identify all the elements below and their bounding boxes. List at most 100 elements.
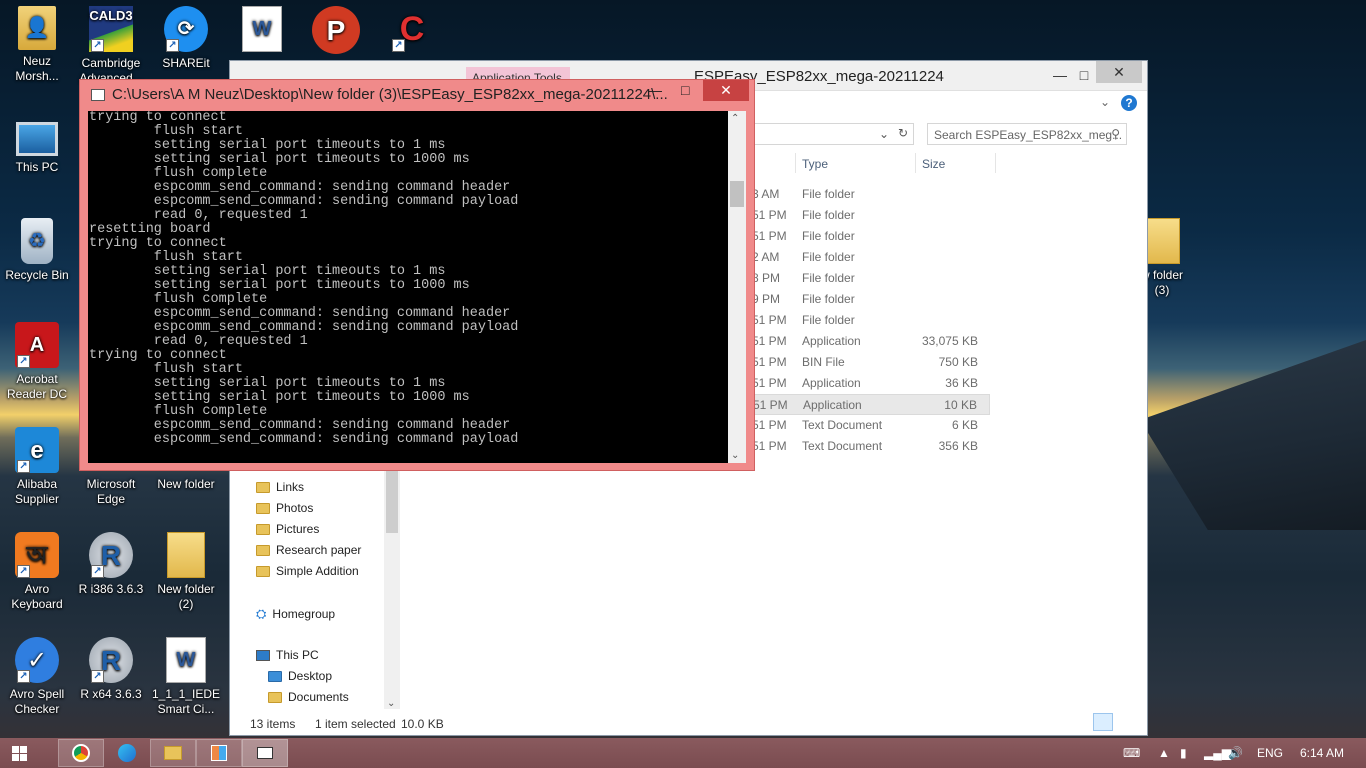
desktop-icon-word-doc[interactable]: W <box>226 6 298 56</box>
console-scrollbar[interactable]: ⌃ ⌄ <box>728 111 746 463</box>
desktop-icon-r-x64[interactable]: R ↗ R x64 3.6.3 <box>75 637 147 702</box>
desktop-icon-cambridge[interactable]: CALD3 ↗ Cambridge Advanced... <box>75 6 147 86</box>
refresh-icon[interactable]: ↻ <box>898 126 908 140</box>
file-date-modified: 2 AM <box>752 250 780 264</box>
close-button[interactable]: ✕ <box>703 80 749 101</box>
file-row[interactable]: 51 PM Text Document 356 KB <box>740 436 990 457</box>
clock[interactable]: 6:14 AM <box>1300 746 1344 760</box>
taskbar-edge[interactable] <box>104 739 150 767</box>
column-header-size[interactable]: Size <box>922 157 945 171</box>
desktop-icon-psiphon[interactable]: P <box>300 6 372 58</box>
column-divider[interactable] <box>795 153 796 173</box>
desktop-icon-avro-spell[interactable]: ✓ ↗ Avro Spell Checker <box>1 637 73 717</box>
keyboard-icon[interactable]: ⌨ <box>1123 746 1140 760</box>
computer-icon <box>16 122 58 156</box>
scroll-down-icon[interactable]: ⌄ <box>387 698 395 709</box>
console-output[interactable]: trying to connect flush start setting se… <box>88 111 728 463</box>
desktop-icon-r-i386[interactable]: R ↗ R i386 3.6.3 <box>75 532 147 597</box>
folder-icon <box>167 532 205 578</box>
desktop-icon-ccleaner[interactable]: C ↗ <box>376 6 448 56</box>
file-date-modified: 9 PM <box>752 292 781 306</box>
network-signal-icon[interactable]: ▂▄▆ <box>1204 746 1231 760</box>
minimize-button[interactable]: — <box>648 82 662 98</box>
file-row[interactable]: 51 PM BIN File 750 KB <box>740 352 990 373</box>
chrome-icon <box>72 744 90 762</box>
scrollbar-thumb[interactable] <box>386 463 398 533</box>
scroll-up-icon[interactable]: ⌃ <box>731 113 739 124</box>
desktop-icon-alibaba[interactable]: e ↗ Alibaba Supplier <box>1 427 73 507</box>
console-window[interactable]: C:\Users\A M Neuz\Desktop\New folder (3)… <box>79 79 755 471</box>
desktop-icon-label: R i386 3.6.3 <box>78 582 144 596</box>
recycle-bin-icon: ♻ <box>21 218 53 264</box>
selection-count: 1 item selected <box>315 717 396 731</box>
shareit-icon: ⟳ ↗ <box>164 6 208 52</box>
file-row[interactable]: 51 PM Application 10 KB <box>740 394 990 415</box>
start-button[interactable] <box>0 739 38 767</box>
desktop-icon-avro-keyboard[interactable]: অ ↗ Avro Keyboard <box>1 532 73 612</box>
nav-item-links[interactable]: Links <box>256 480 304 494</box>
avro-keyboard-icon: অ ↗ <box>15 532 59 578</box>
file-row[interactable]: 8 PM File folder <box>740 268 990 289</box>
battery-icon[interactable]: ▮ <box>1180 746 1187 760</box>
nav-item-this-pc[interactable]: This PC <box>256 648 319 662</box>
scroll-down-icon[interactable]: ⌄ <box>731 450 739 461</box>
desktop-icon-iede-doc[interactable]: W 1_1_1_IEDE Smart Ci... <box>150 637 222 717</box>
help-icon[interactable]: ? <box>1121 95 1137 111</box>
ribbon-collapse-chevron-icon[interactable]: ⌄ <box>1100 95 1110 109</box>
details-view-button[interactable] <box>1093 713 1113 731</box>
nav-pane-scrollbar[interactable]: ⌄ <box>384 461 400 709</box>
desktop-icon-neuz[interactable]: 👤 Neuz Morsh... <box>1 6 73 84</box>
folder-icon <box>268 691 282 703</box>
file-date-modified: 51 PM <box>752 229 787 243</box>
file-row[interactable]: 51 PM File folder <box>740 310 990 331</box>
file-row[interactable]: 51 PM File folder <box>740 226 990 247</box>
desktop-icon-new-folder-2[interactable]: New folder (2) <box>150 532 222 612</box>
search-input[interactable]: Search ESPEasy_ESP82xx_meg... ⚲ <box>927 123 1127 145</box>
desktop-icon-shareit[interactable]: ⟳ ↗ SHAREit <box>150 6 222 71</box>
nav-item-label: Photos <box>276 501 314 515</box>
file-date-modified: 51 PM <box>752 418 787 432</box>
column-header-type[interactable]: Type <box>802 157 828 171</box>
nav-item-label: Simple Addition <box>276 564 359 578</box>
file-size: 33,075 KB <box>921 334 978 348</box>
nav-item-homegroup[interactable]: ⛭ Homegroup <box>256 606 335 622</box>
scrollbar-thumb[interactable] <box>730 181 744 207</box>
large-icons-view-button[interactable] <box>1116 713 1136 731</box>
taskbar-file-explorer[interactable] <box>150 739 196 767</box>
show-hidden-icons-chevron-icon[interactable]: ▲ <box>1158 746 1170 760</box>
chevron-down-icon[interactable]: ⌄ <box>879 127 889 141</box>
column-divider[interactable] <box>915 153 916 173</box>
maximize-button[interactable]: □ <box>681 82 689 98</box>
nav-item-desktop[interactable]: Desktop <box>268 669 332 683</box>
file-row[interactable]: 51 PM Text Document 6 KB <box>740 415 990 436</box>
file-date-modified: 51 PM <box>752 334 787 348</box>
homegroup-icon: ⛭ <box>256 606 267 621</box>
nav-item-pictures[interactable]: Pictures <box>256 522 319 536</box>
desktop-icon-acrobat[interactable]: A ↗ Acrobat Reader DC <box>1 322 73 402</box>
close-button[interactable]: ✕ <box>1096 61 1142 83</box>
file-row[interactable]: 51 PM Application 36 KB <box>740 373 990 394</box>
address-bar[interactable]: ⌄ ↻ <box>750 123 914 145</box>
column-divider[interactable] <box>995 153 996 173</box>
console-titlebar[interactable]: C:\Users\A M Neuz\Desktop\New folder (3)… <box>80 80 754 110</box>
file-row[interactable]: 2 AM File folder <box>740 247 990 268</box>
language-indicator[interactable]: ENG <box>1257 746 1283 760</box>
nav-item-simple-addition[interactable]: Simple Addition <box>256 564 359 578</box>
taskbar-console[interactable] <box>242 739 288 767</box>
taskbar-app[interactable] <box>196 739 242 767</box>
maximize-button[interactable]: □ <box>1070 64 1098 86</box>
desktop-icon-this-pc[interactable]: This PC <box>1 116 73 175</box>
file-type: File folder <box>802 187 855 201</box>
search-icon[interactable]: ⚲ <box>1111 127 1120 141</box>
file-row[interactable]: 9 PM File folder <box>740 289 990 310</box>
taskbar-chrome[interactable] <box>58 739 104 767</box>
nav-item-photos[interactable]: Photos <box>256 501 313 515</box>
cald3-icon: CALD3 ↗ <box>89 6 133 52</box>
file-row[interactable]: 51 PM Application 33,075 KB <box>740 331 990 352</box>
file-row[interactable]: 51 PM File folder <box>740 205 990 226</box>
volume-icon[interactable]: 🔊 <box>1228 746 1243 760</box>
desktop-icon-recycle-bin[interactable]: ♻ Recycle Bin <box>1 218 73 283</box>
nav-item-research-paper[interactable]: Research paper <box>256 543 361 557</box>
nav-item-documents[interactable]: Documents <box>268 690 349 704</box>
file-row[interactable]: 3 AM File folder <box>740 184 990 205</box>
